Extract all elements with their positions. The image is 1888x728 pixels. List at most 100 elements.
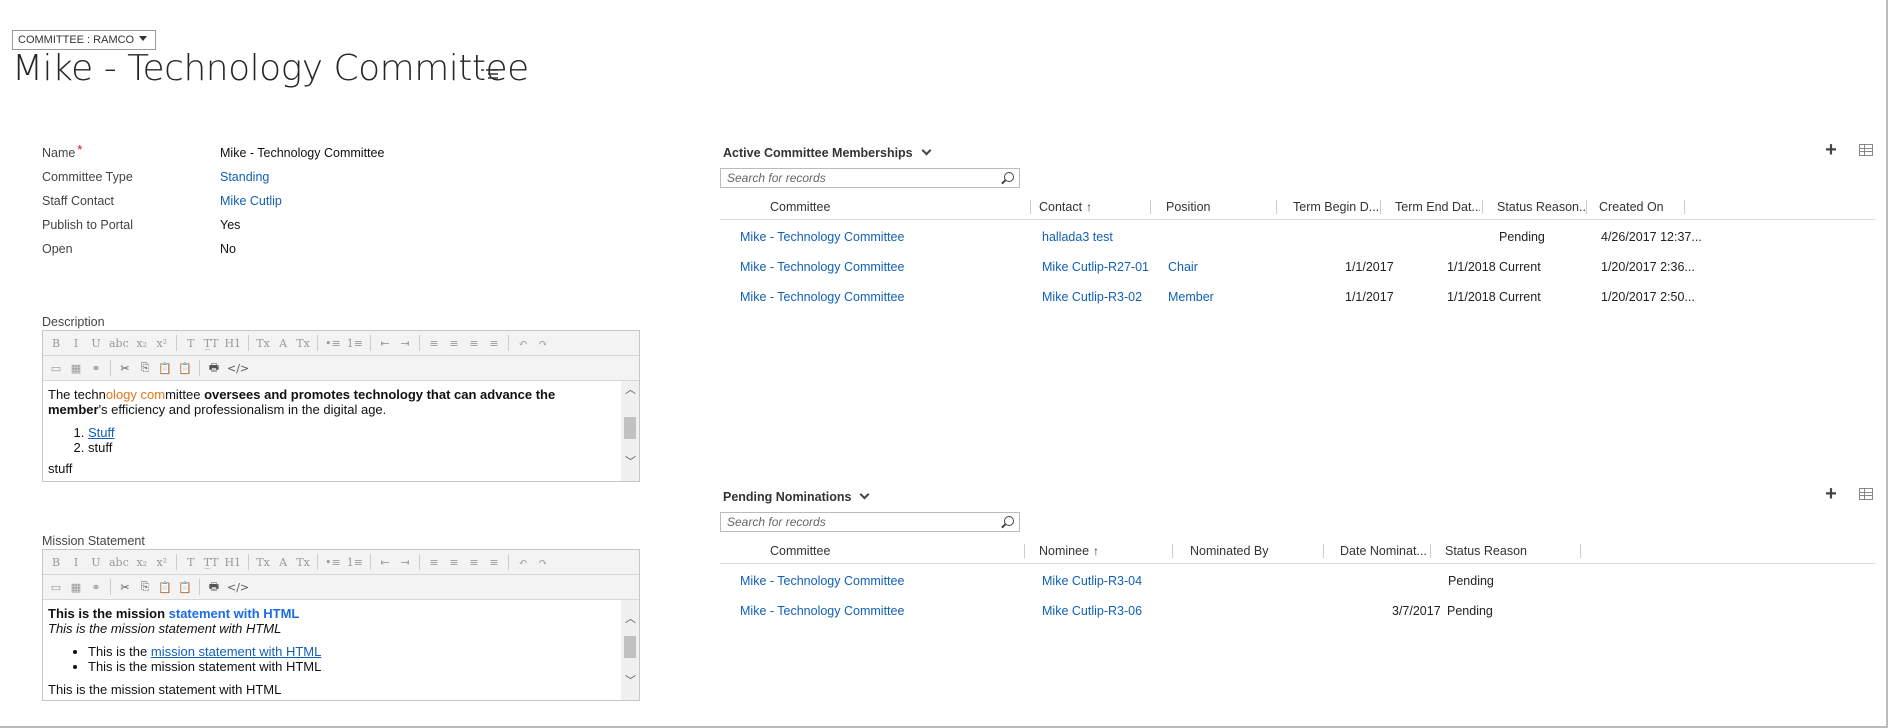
cell-committee[interactable]: Mike - Technology Committee — [740, 260, 904, 274]
scroll-up-icon[interactable]: ︿ — [625, 614, 636, 625]
toolbar-button-3[interactable]: abc — [107, 334, 131, 352]
toolbar-button-18[interactable]: ≡ — [465, 553, 483, 571]
add-record-icon[interactable]: + — [1823, 140, 1839, 160]
toolbar-button-1[interactable]: ▦ — [67, 578, 85, 596]
toolbar-button-4[interactable]: x₂ — [133, 334, 151, 352]
toolbar-button-16[interactable]: ≡ — [425, 553, 443, 571]
toolbar-button-6[interactable]: T — [182, 553, 200, 571]
cell-committee[interactable]: Mike - Technology Committee — [740, 574, 904, 588]
toolbar-button-6[interactable]: 📋 — [176, 578, 194, 596]
toolbar-button-5[interactable]: x² — [153, 334, 171, 352]
toolbar-button-21[interactable]: ↷ — [534, 553, 552, 571]
table-row[interactable]: Mike - Technology Committee Mike Cutlip-… — [720, 252, 1876, 282]
toolbar-button-7[interactable]: 🖶 — [205, 578, 223, 596]
nominations-search-input[interactable]: Search for records — [720, 512, 1020, 532]
toolbar-button-18[interactable]: ≡ — [465, 334, 483, 352]
toolbar-button-8[interactable]: H1 — [222, 334, 243, 352]
toolbar-button-14[interactable]: ⇤ — [376, 553, 394, 571]
toolbar-button-1[interactable]: I — [67, 334, 85, 352]
field-value-open[interactable]: No — [220, 242, 236, 256]
toolbar-button-15[interactable]: ⇥ — [396, 553, 414, 571]
toolbar-button-12[interactable]: •≡ — [323, 334, 343, 352]
cell-position[interactable]: Member — [1168, 290, 1214, 304]
description-content[interactable]: The technology committee oversees and pr… — [43, 381, 639, 481]
field-value-staff-contact[interactable]: Mike Cutlip — [220, 194, 282, 208]
toolbar-button-11[interactable]: Tx — [294, 334, 312, 352]
col-date-nominated[interactable]: Date Nominat... — [1340, 544, 1428, 562]
col-committee[interactable]: Committee — [770, 544, 830, 562]
toolbar-button-13[interactable]: 1≡ — [345, 334, 365, 352]
toolbar-button-1[interactable]: ▦ — [67, 359, 85, 377]
add-record-icon[interactable]: + — [1823, 484, 1839, 504]
toolbar-button-2[interactable]: U — [87, 334, 105, 352]
toolbar-button-20[interactable]: ↶ — [514, 553, 532, 571]
entity-form-switcher[interactable]: COMMITTEE : RAMCO — [12, 30, 157, 50]
toolbar-button-2[interactable]: U — [87, 553, 105, 571]
toolbar-button-6[interactable]: T — [182, 334, 200, 352]
toolbar-button-6[interactable]: 📋 — [176, 359, 194, 377]
toolbar-button-2[interactable]: ⚭ — [87, 359, 105, 377]
memberships-title[interactable]: Active Committee Memberships — [723, 145, 932, 160]
search-icon[interactable] — [1004, 172, 1014, 182]
table-row[interactable]: Mike - Technology Committee Mike Cutlip-… — [720, 596, 1876, 626]
table-row[interactable]: Mike - Technology Committee Mike Cutlip-… — [720, 566, 1876, 596]
toolbar-button-11[interactable]: Tx — [294, 553, 312, 571]
toolbar-button-5[interactable]: 📋 — [156, 359, 174, 377]
nominations-title[interactable]: Pending Nominations — [723, 489, 870, 504]
toolbar-button-8[interactable]: </> — [225, 578, 251, 596]
toolbar-button-10[interactable]: A — [274, 553, 292, 571]
view-selector-chevron-icon[interactable] — [921, 145, 932, 156]
scroll-thumb[interactable] — [624, 417, 636, 439]
toolbar-button-20[interactable]: ↶ — [514, 334, 532, 352]
toolbar-button-0[interactable]: B — [47, 334, 65, 352]
toolbar-button-0[interactable]: ▭ — [47, 578, 65, 596]
cell-committee[interactable]: Mike - Technology Committee — [740, 230, 904, 244]
scroll-down-icon[interactable]: ﹀ — [625, 457, 636, 468]
toolbar-button-5[interactable]: 📋 — [156, 578, 174, 596]
toolbar-button-7[interactable]: T̲T — [202, 553, 221, 571]
toolbar-button-4[interactable]: ⎘ — [136, 578, 154, 596]
toolbar-button-9[interactable]: Tx — [254, 553, 272, 571]
col-created-on[interactable]: Created On — [1599, 200, 1664, 218]
col-contact[interactable]: Contact ↑ — [1039, 200, 1092, 218]
toolbar-button-0[interactable]: B — [47, 553, 65, 571]
toolbar-button-15[interactable]: ⇥ — [396, 334, 414, 352]
toolbar-button-13[interactable]: 1≡ — [345, 553, 365, 571]
toolbar-button-4[interactable]: x₂ — [133, 553, 151, 571]
col-term-end[interactable]: Term End Dat... — [1395, 200, 1480, 218]
scroll-down-icon[interactable]: ﹀ — [625, 676, 636, 687]
cell-contact[interactable]: Mike Cutlip-R27-01 — [1042, 260, 1149, 274]
col-nominee[interactable]: Nominee ↑ — [1039, 544, 1099, 562]
view-selector-chevron-icon[interactable] — [860, 489, 870, 500]
toolbar-button-3[interactable]: ✂ — [116, 578, 134, 596]
open-grid-view-icon[interactable] — [1859, 488, 1873, 500]
cell-contact[interactable]: hallada3 test — [1042, 230, 1113, 244]
toolbar-button-3[interactable]: abc — [107, 553, 131, 571]
cell-committee[interactable]: Mike - Technology Committee — [740, 604, 904, 618]
toolbar-button-3[interactable]: ✂ — [116, 359, 134, 377]
list-menu-icon[interactable] — [481, 67, 499, 81]
toolbar-button-2[interactable]: ⚭ — [87, 578, 105, 596]
cell-contact[interactable]: Mike Cutlip-R3-02 — [1042, 290, 1142, 304]
col-position[interactable]: Position — [1166, 200, 1210, 218]
toolbar-button-4[interactable]: ⎘ — [136, 359, 154, 377]
col-nominated-by[interactable]: Nominated By — [1190, 544, 1269, 562]
table-row[interactable]: Mike - Technology Committee hallada3 tes… — [720, 222, 1876, 252]
table-row[interactable]: Mike - Technology Committee Mike Cutlip-… — [720, 282, 1876, 312]
scroll-up-icon[interactable]: ︿ — [625, 385, 636, 396]
toolbar-button-19[interactable]: ≡ — [485, 553, 503, 571]
field-value-name[interactable]: Mike - Technology Committee — [220, 146, 384, 160]
toolbar-button-14[interactable]: ⇤ — [376, 334, 394, 352]
field-value-committee-type[interactable]: Standing — [220, 170, 269, 184]
list-link[interactable]: Stuff — [88, 425, 115, 440]
cell-committee[interactable]: Mike - Technology Committee — [740, 290, 904, 304]
toolbar-button-19[interactable]: ≡ — [485, 334, 503, 352]
col-status-reason[interactable]: Status Reason... — [1497, 200, 1585, 218]
toolbar-button-16[interactable]: ≡ — [425, 334, 443, 352]
toolbar-button-0[interactable]: ▭ — [47, 359, 65, 377]
toolbar-button-1[interactable]: I — [67, 553, 85, 571]
col-term-begin[interactable]: Term Begin D... — [1293, 200, 1378, 218]
memberships-search-input[interactable]: Search for records — [720, 168, 1020, 188]
toolbar-button-9[interactable]: Tx — [254, 334, 272, 352]
cell-nominee[interactable]: Mike Cutlip-R3-04 — [1042, 574, 1142, 588]
